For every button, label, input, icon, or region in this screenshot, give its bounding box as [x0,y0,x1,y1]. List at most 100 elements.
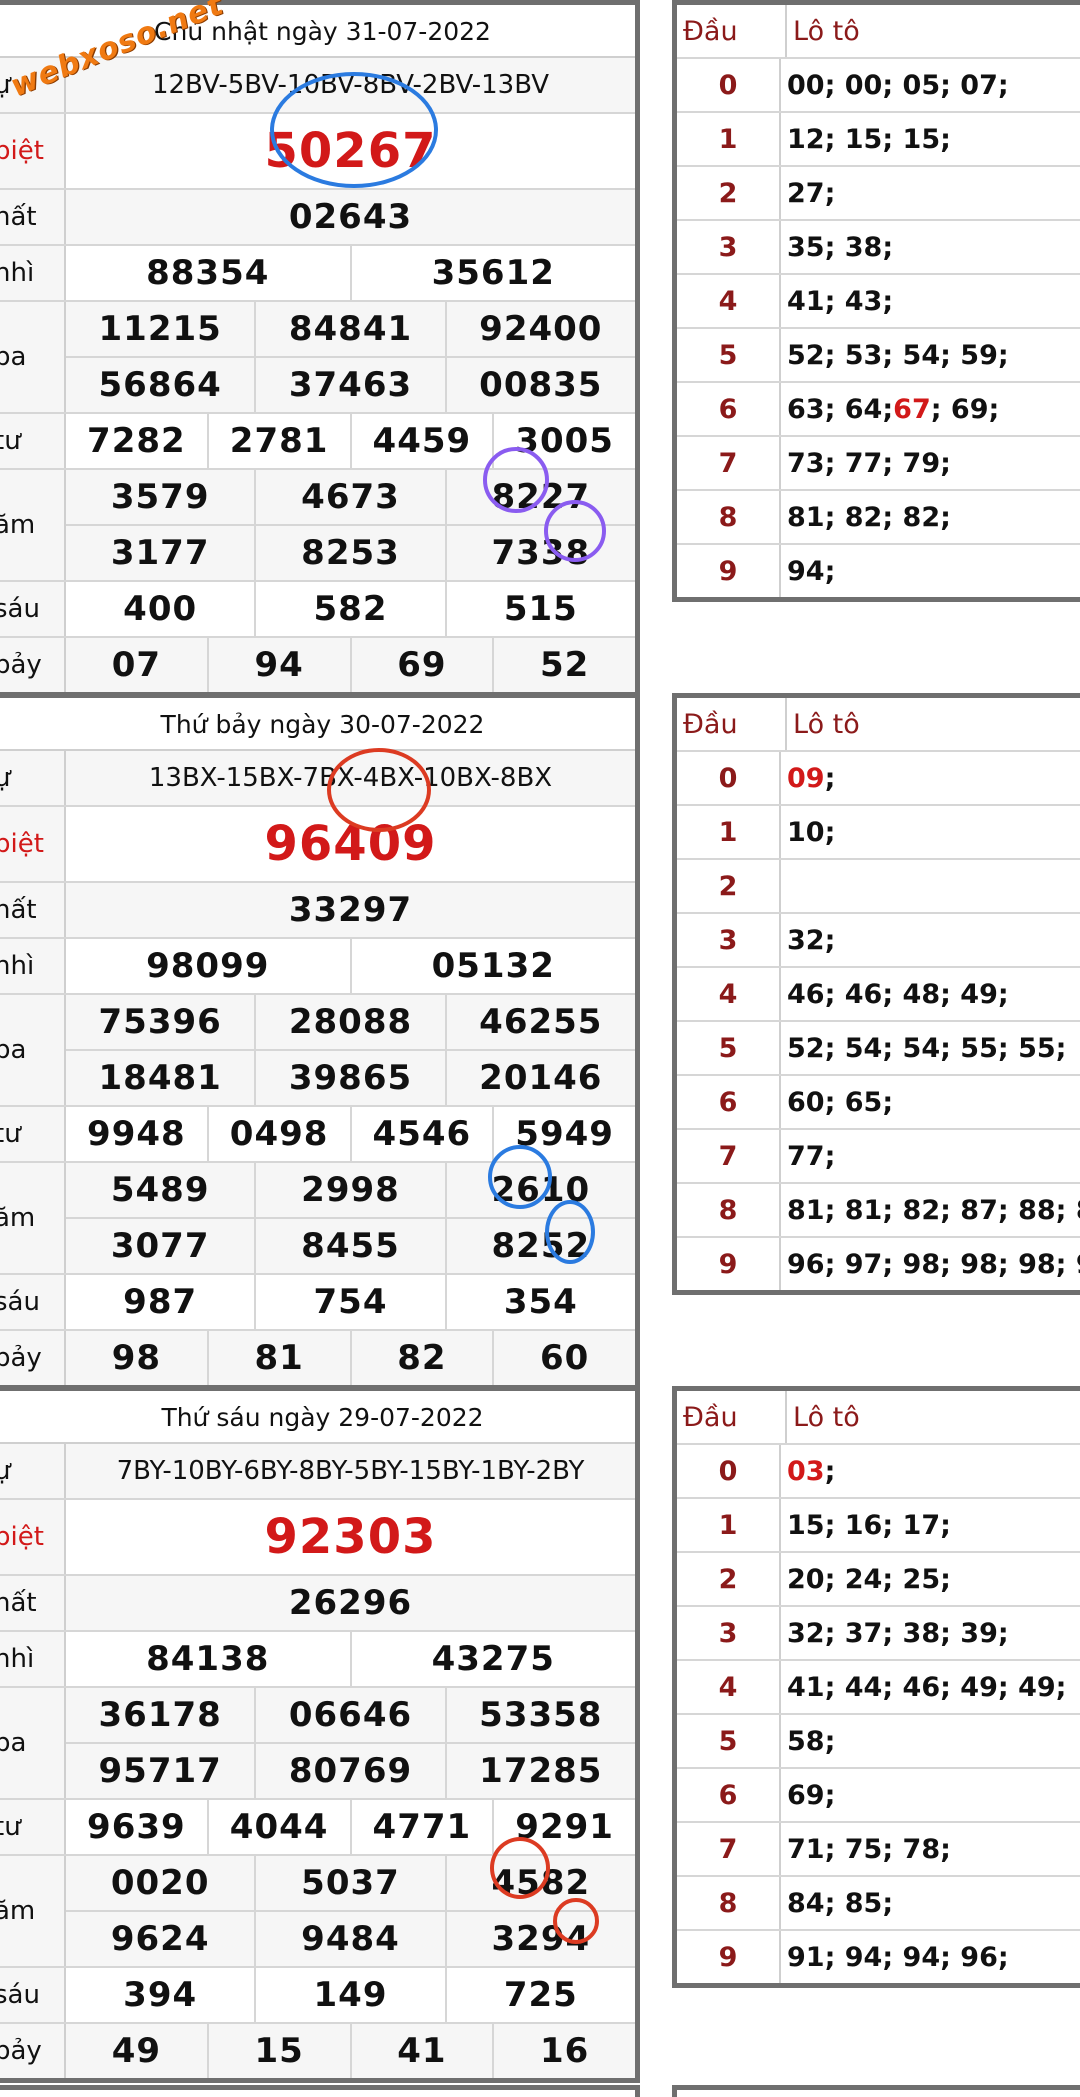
prize-line: 88354 35612 [66,246,635,300]
fifth-prize-number: 8227 [444,470,635,524]
loto-header: Lô tô [793,15,860,47]
loto-header-row: Đầu Lô tô [677,5,1080,59]
loto-row: 5 52; 54; 54; 55; 55; [677,1022,1080,1076]
loto-text: 10; [787,816,836,848]
special-prize-label: biệt [0,1500,66,1574]
fifth-prize-number: 9624 [66,1912,255,1966]
third-prize-number: 92400 [444,302,635,356]
seventh-prize-number: 98 [66,1331,207,1385]
code-label: ự [0,1444,66,1498]
fifth-prize-label: ăm [0,1163,66,1273]
draw-code: 12BV-5BV-10BV-8BV-2BV-13BV [66,58,635,112]
loto-values: 71; 75; 78; [781,1823,1080,1875]
sixth-prize-number: 582 [254,582,444,636]
prize-line: 11215 84841 92400 [66,302,635,356]
prize-values: 49 15 41 16 [66,2024,635,2078]
first-prize-label: hất [0,1576,66,1630]
loto-highlight: 09 [787,762,825,794]
loto-head-digit: 6 [677,1769,781,1821]
loto-values: 81; 82; 82; [781,491,1080,543]
loto-values: 15; 16; 17; [781,1499,1080,1551]
code-label: ự [0,751,66,805]
seventh-prize-number: 82 [349,1331,493,1385]
prize-values: 13BX-15BX-7BX-4BX-10BX-8BX [66,751,635,805]
loto-values: 35; 38; [781,221,1080,273]
fourth-prize-number: 0498 [206,1107,350,1161]
fourth-prize-number: 3005 [492,414,635,468]
prize-values: 987 754 354 [66,1275,635,1329]
sixth-prize-row: sáu 394 149725 [0,1968,635,2024]
loto-row: 2 [677,860,1080,914]
fifth-prize-label: ăm [0,470,66,580]
prize-line: 9948 0498 4546 5949 [66,1107,635,1161]
loto-head-digit: 8 [677,491,781,543]
third-prize-row: ba753962808846255184813986520146 [0,995,635,1107]
loto-head-digit: 9 [677,1931,781,1983]
fourth-prize-number: 4771 [349,1800,493,1854]
fifth-prize-number: 3294 [444,1912,635,1966]
third-prize-number: 18481 [66,1051,255,1105]
prize-line: 49 15 41 16 [66,2024,635,2078]
loto-text: 41; 43; [787,285,894,317]
seventh-prize-label: bảy [0,2024,66,2078]
prize-values: 0020 5037 4582 9624 9484 3294 [66,1856,635,1966]
first-prize-row: hất26296 [0,1576,635,1632]
loto-values: 91; 94; 94; 96; [781,1931,1080,1983]
draw-block: Thứ bảy ngày 30-07-2022ự13BX-15BX-7BX-4B… [0,693,1080,1390]
loto-values: 60; 65; [781,1076,1080,1128]
prize-line: 3177 8253 7338 [66,524,635,580]
loto-row: 996; 97; 98; 98; 98; 99; [677,1238,1080,1290]
loto-values: 00; 00; 05; 07; [781,59,1080,111]
prize-line: 36178 06646 53358 [66,1688,635,1742]
loto-values: 46; 46; 48; 49; [781,968,1080,1020]
loto-head-digit: 8 [677,1877,781,1929]
sixth-prize-number: 725 [444,1968,635,2022]
loto-head-digit: 1 [677,113,781,165]
fourth-prize-number: 4546 [349,1107,493,1161]
loto-head-digit: 4 [677,968,781,1020]
loto-row: 7 73; 77; 79; [677,437,1080,491]
third-prize-number: 17285 [444,1744,635,1798]
prize-line: 3579 4673 8227 [66,470,635,524]
loto-row: 3 32; 37; 38; 39; [677,1607,1080,1661]
fifth-prize-number: 5037 [254,1856,445,1910]
seventh-prize-number: 49 [66,2024,207,2078]
loto-values: 32; [781,914,1080,966]
draw-code: 13BX-15BX-7BX-4BX-10BX-8BX [66,751,635,805]
prize-values: 7BY-10BY-6BY-8BY-5BY-15BY-1BY-2BY [66,1444,635,1498]
seventh-prize-number: 52 [492,638,635,692]
second-prize-number: 05132 [349,939,636,993]
loto-row: 0 09; [677,752,1080,806]
second-prize-number: 84138 [146,1639,270,1679]
loto-head-digit: 0 [677,1445,781,1497]
loto-row: 0 00; 00; 05; 07; [677,59,1080,113]
fifth-prize-number: 5489 [66,1163,255,1217]
prize-values: 26296 [66,1576,635,1630]
special-prize-label: biệt [0,807,66,881]
loto-row: 8 81; 82; 82; [677,491,1080,545]
loto-header: Lô tô [793,708,860,740]
second-prize-number: 98099 [146,946,270,986]
first-prize-number: 33297 [66,883,635,937]
loto-head-digit: 4 [677,1661,781,1713]
fifth-prize-number: 2610 [444,1163,635,1217]
fifth-prize-number: 2998 [254,1163,445,1217]
prize-line: 07 94 69 52 [66,638,635,692]
fourth-prize-number: 9639 [87,1807,186,1847]
prize-values: 3579 4673 8227 3177 8253 7338 [66,470,635,580]
fourth-prize-row: tư 9639 404447719291 [0,1800,635,1856]
third-prize-number: 11215 [66,302,255,356]
draw-date-title: Thứ bảy ngày 30-07-2022 [0,698,635,751]
loto-table: Đầu Lô tô 0 00; 00; 05; 07; 1 12; 15; 15; 2 27;… [672,0,1080,602]
seventh-prize-number: 94 [206,638,350,692]
loto-text: ; 69; [930,393,1000,425]
prize-line: 33297 [66,883,635,937]
loto-text: 77; [787,1140,836,1172]
fourth-prize-number: 2781 [206,414,350,468]
prize-values: 84138 43275 [66,1632,635,1686]
loto-values: 77; [781,1130,1080,1182]
loto-text: 52; 54; 54; 55; 55; [787,1032,1067,1064]
prize-line: 56864 37463 00835 [66,356,635,412]
fourth-prize-number: 9948 [87,1114,186,1154]
second-prize-row: nhì 98099 05132 [0,939,635,995]
